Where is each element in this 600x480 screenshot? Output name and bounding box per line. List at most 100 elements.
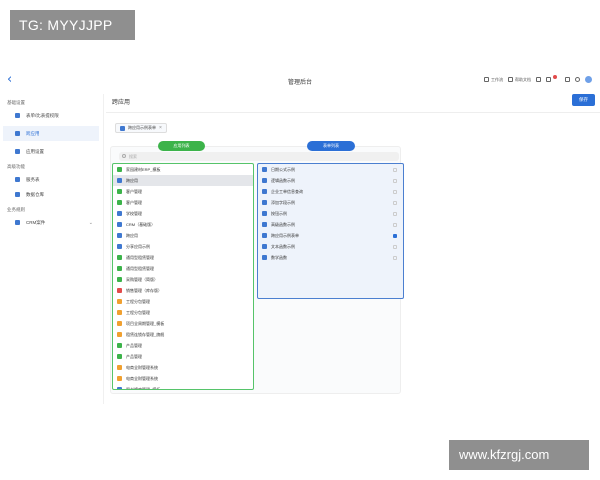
checkbox[interactable] (393, 244, 397, 249)
watermark-top: TG: MYYJJPP (10, 10, 135, 40)
list-item[interactable]: 通用型租赁管理 (113, 252, 253, 263)
help-doc-button[interactable]: 帮助文档 (508, 77, 531, 83)
list-item[interactable]: 跨应用 (113, 230, 253, 241)
selected-form-chip[interactable]: 跨应用示例表单 × (115, 123, 167, 133)
list-item[interactable]: 产品管理 (113, 351, 253, 362)
checkbox[interactable] (393, 222, 397, 227)
close-icon[interactable]: × (159, 125, 162, 131)
list-item[interactable]: 添加字段示例 (258, 197, 403, 208)
help-doc-label: 帮助文档 (515, 76, 531, 82)
database-icon (15, 192, 20, 197)
list-item-label: 销售管理（库存版） (126, 287, 162, 293)
list-item[interactable]: 日期公式示例 (258, 164, 403, 175)
sidebar-item-cross-app[interactable]: 跨应用 (3, 126, 99, 141)
clipboard-icon[interactable] (536, 77, 541, 82)
sidebar-item-form-permissions[interactable]: 表单/比表提权限 (3, 108, 99, 123)
list-item-label: 跨应用示例表单 (271, 232, 299, 238)
form-icon (262, 255, 267, 260)
app-icon (117, 354, 122, 359)
list-item[interactable]: 文本函数示例 (258, 241, 403, 252)
app-icon (117, 200, 122, 205)
avatar[interactable] (585, 76, 592, 83)
app-icon (117, 222, 122, 227)
checkbox[interactable] (393, 211, 397, 216)
app-icon (117, 365, 122, 370)
list-item[interactable]: 电商全财管理系统 (113, 362, 253, 373)
sidebar-item-app-settings[interactable]: 应用设置 (3, 144, 99, 159)
sidebar-item-data-warehouse[interactable]: 数据仓库 (3, 187, 99, 202)
save-button[interactable]: 保存 (572, 94, 595, 106)
app-icon (117, 178, 122, 183)
list-item[interactable]: 电商全财管理系统 (113, 373, 253, 384)
form-icon (262, 200, 267, 205)
list-item[interactable]: 工程分包管理 (113, 307, 253, 318)
app-icon (117, 189, 122, 194)
list-item[interactable]: 图书馆库管理_模板 (113, 384, 253, 389)
list-item[interactable]: 项目全周期管理_模板 (113, 318, 253, 329)
app-icon (117, 387, 122, 389)
list-item-label: 产品管理 (126, 353, 142, 359)
sidebar-item-label: 数据仓库 (26, 191, 44, 197)
list-item-label: 添加字段示例 (271, 199, 295, 205)
list-item[interactable]: 租赁连锁存管理_旗舰 (113, 329, 253, 340)
sidebar-section-advanced: 高级功能 (7, 164, 25, 169)
list-item[interactable]: 采购管理（简版） (113, 274, 253, 285)
top-bar: ‹ 管理后台 工作流 帮助文档 (0, 68, 600, 94)
list-item[interactable]: 产品管理 (113, 340, 253, 351)
help-doc-icon (508, 77, 513, 82)
grid-icon (15, 177, 20, 182)
notification-dot (553, 74, 557, 79)
rule-icon (15, 220, 20, 225)
checkbox[interactable] (393, 178, 397, 183)
picker-card: 搜索 应用列表 表单列表 家园建材ERP_模板 跨应用 客户管理 客户管理 学校管理 CR… (110, 141, 404, 394)
list-item-label: 产品管理 (126, 342, 142, 348)
checkbox[interactable] (393, 233, 397, 238)
sidebar-section-rules: 业务规则 (7, 207, 25, 212)
checkbox[interactable] (393, 255, 397, 260)
chevron-down-icon[interactable]: ⌄ (89, 220, 93, 226)
list-item[interactable]: 分享应用示例 (113, 241, 253, 252)
list-item[interactable]: 学校管理 (113, 208, 253, 219)
watermark-bottom: www.kfzrgj.com (449, 440, 589, 470)
list-item[interactable]: 工程分包管理 (113, 296, 253, 307)
checkbox[interactable] (393, 167, 397, 172)
list-item[interactable]: CRM（基础版） (113, 219, 253, 230)
form-icon (120, 125, 125, 131)
list-item[interactable]: 客户管理 (113, 186, 253, 197)
sidebar-item-label: CRM案件 (26, 219, 46, 225)
list-item-label: 文本函数示例 (271, 243, 295, 249)
list-item-label: 日期公式示例 (271, 166, 295, 172)
form-icon (262, 233, 267, 238)
list-item-label: 跨应用 (126, 177, 138, 183)
checkbox[interactable] (393, 200, 397, 205)
help-icon[interactable] (575, 77, 580, 82)
checkbox[interactable] (393, 189, 397, 194)
app-list: 家园建材ERP_模板 跨应用 客户管理 客户管理 学校管理 CRM（基础版） 跨应用 分享应用… (112, 163, 254, 390)
search-input[interactable]: 搜索 (119, 152, 399, 161)
mail-icon[interactable] (546, 77, 551, 82)
form-icon (262, 167, 267, 172)
list-item[interactable]: 客户管理 (113, 197, 253, 208)
list-item[interactable]: 数学函数 (258, 252, 403, 263)
list-item-label: 数学函数 (271, 254, 287, 260)
list-item[interactable]: 家园建材ERP_模板 (113, 164, 253, 175)
list-item-label: 通用型租赁管理 (126, 254, 154, 260)
workflow-button[interactable]: 工作流 (484, 77, 503, 83)
form-icon (262, 244, 267, 249)
calendar-icon[interactable] (565, 77, 570, 82)
sidebar-item-crm-case[interactable]: CRM案件 ⌄ (3, 215, 99, 230)
list-item-label: 项目全周期管理_模板 (126, 320, 165, 326)
list-item[interactable]: 跨应用 (113, 175, 253, 186)
list-item[interactable]: 逻辑函数示例 (258, 175, 403, 186)
list-item[interactable]: 销售管理（库存版） (113, 285, 253, 296)
settings-icon (15, 113, 20, 118)
list-item-label: 跨应用 (126, 232, 138, 238)
sidebar-item-label: 跨应用 (26, 130, 40, 136)
list-item[interactable]: 通用型租赁管理 (113, 263, 253, 274)
form-list-tag: 表单列表 (307, 141, 355, 151)
list-item[interactable]: 跨应用示例表单 (258, 230, 403, 241)
list-item[interactable]: 高级函数示例 (258, 219, 403, 230)
list-item[interactable]: 企业工单信息查询 (258, 186, 403, 197)
list-item[interactable]: 按钮示例 (258, 208, 403, 219)
sidebar-item-service-table[interactable]: 服务表 (3, 172, 99, 187)
